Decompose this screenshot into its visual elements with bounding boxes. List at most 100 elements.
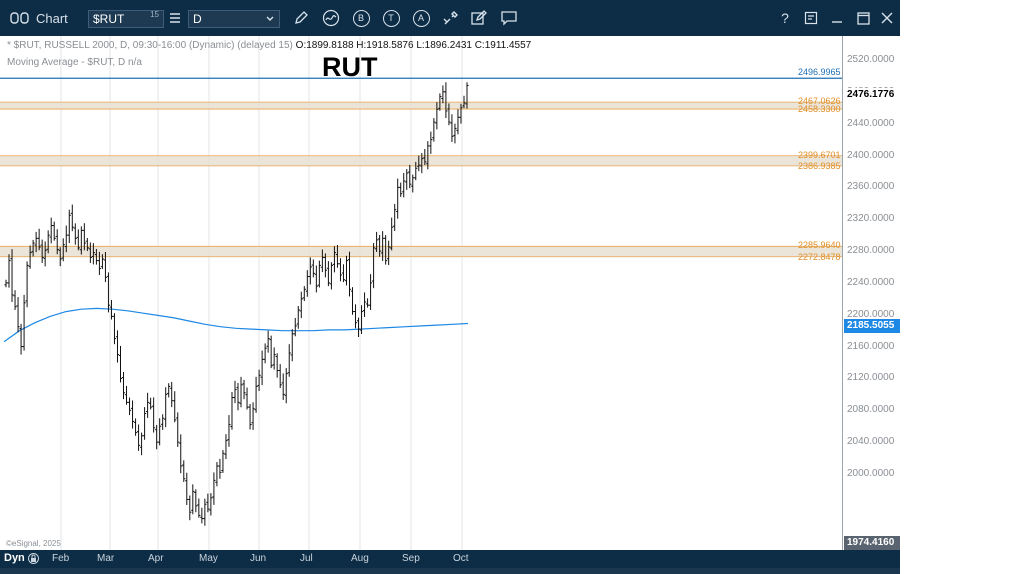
- chevron-down-icon: [265, 11, 275, 31]
- price-bar: [115, 330, 120, 363]
- chart-plot-area[interactable]: 2496.9965 2467.0626 2458.3300 2399.6701 2386…: [0, 36, 843, 550]
- chart-window: Chart $RUT 15 D B T A ? 2496.9965 2467.0…: [0, 0, 900, 574]
- lock-icon[interactable]: [28, 552, 39, 568]
- comment-icon[interactable]: [498, 0, 520, 36]
- t-icon[interactable]: T: [380, 0, 402, 36]
- price-bar: [341, 264, 346, 283]
- price-bar: [368, 274, 373, 310]
- price-bar: [182, 460, 186, 482]
- price-bar: [260, 350, 264, 386]
- close-icon[interactable]: [876, 0, 898, 36]
- axis-bottom-tag: 1974.4160: [844, 536, 900, 550]
- price-bar: [197, 498, 201, 518]
- price-bar: [302, 286, 306, 302]
- price-bar: [299, 291, 303, 319]
- price-bar: [317, 260, 321, 288]
- zone-top-label: 2399.6701: [798, 149, 841, 160]
- layout-icon[interactable]: [8, 0, 32, 36]
- price-bar: [290, 329, 294, 362]
- interval-select[interactable]: D: [188, 10, 280, 28]
- minimize-icon[interactable]: [826, 0, 848, 36]
- price-bar: [22, 294, 26, 351]
- price-bar: [353, 304, 358, 329]
- month-label: Feb: [52, 553, 70, 564]
- horizontal-scrollbar[interactable]: [0, 568, 900, 574]
- price-bar: [188, 495, 192, 521]
- moving-average-tag: 2185.5055: [844, 319, 900, 334]
- price-bar: [326, 261, 330, 287]
- price-bar: [221, 450, 225, 473]
- y-tick-label: 2320.0000: [847, 213, 895, 225]
- price-bar: [200, 507, 204, 524]
- price-bar: [344, 255, 349, 286]
- help-icon[interactable]: ?: [776, 0, 794, 36]
- save-icon[interactable]: [800, 0, 822, 36]
- month-label: Aug: [351, 553, 369, 564]
- month-label: Jul: [300, 553, 313, 564]
- tools-icon[interactable]: [440, 0, 462, 36]
- price-bar: [365, 298, 370, 308]
- time-axis[interactable]: Dyn Feb Mar Apr May Jun Jul Aug Sep Oct: [0, 550, 900, 568]
- pencil-icon[interactable]: [290, 0, 312, 36]
- y-tick-label: 2520.0000: [847, 53, 895, 65]
- price-bar: [248, 403, 252, 430]
- window-title: Chart: [36, 10, 68, 26]
- price-bar: [257, 369, 261, 392]
- y-tick-label: 2040.0000: [847, 436, 895, 448]
- support-zone: [0, 246, 842, 257]
- indicator-icon[interactable]: [320, 0, 342, 36]
- month-label: Mar: [97, 553, 115, 564]
- price-bar: [4, 279, 8, 288]
- zone-bottom-label: 2458.3300: [798, 104, 841, 115]
- price-bar: [233, 380, 237, 404]
- price-bar: [456, 109, 460, 135]
- symbol-description: * $RUT, RUSSELL 2000, D, 09:30-16:00 (Dy…: [7, 40, 293, 51]
- price-bar: [390, 217, 394, 251]
- price-bar: [176, 412, 180, 447]
- edit-icon[interactable]: [468, 0, 490, 36]
- price-bar: [453, 123, 457, 144]
- price-bar: [149, 397, 153, 410]
- month-label: Jun: [250, 553, 267, 564]
- y-tick-label: 2240.0000: [847, 276, 895, 288]
- y-tick-label: 2360.0000: [847, 181, 895, 193]
- price-bar: [441, 85, 445, 104]
- maximize-icon[interactable]: [852, 0, 874, 36]
- price-bar: [444, 82, 448, 119]
- price-bar: [281, 373, 285, 400]
- symbol-input[interactable]: $RUT 15: [88, 10, 164, 28]
- price-bar: [251, 402, 255, 430]
- price-bar: [218, 458, 222, 479]
- price-bar: [269, 335, 273, 369]
- list-icon[interactable]: [166, 0, 184, 36]
- price-bar: [112, 313, 117, 345]
- price-bar: [49, 217, 53, 244]
- y-tick-label: 2200.0000: [847, 308, 895, 320]
- price-axis[interactable]: 2600.00002560.00002520.00002480.00002440…: [843, 36, 900, 550]
- symbol-value: $RUT: [93, 12, 125, 26]
- price-bar: [402, 173, 406, 198]
- a-icon[interactable]: A: [410, 0, 432, 36]
- price-bar: [245, 387, 249, 410]
- zone-bottom-label: 2272.8478: [798, 251, 841, 262]
- price-bar: [275, 353, 279, 378]
- price-bar: [133, 418, 138, 436]
- price-bar: [278, 364, 282, 389]
- price-bar: [329, 262, 334, 290]
- price-bar: [314, 265, 318, 293]
- price-bar: [411, 174, 415, 193]
- price-bar: [338, 258, 343, 282]
- price-bar: [296, 305, 300, 329]
- month-label: Oct: [453, 553, 469, 564]
- dynamic-mode-label[interactable]: Dyn: [4, 552, 25, 564]
- last-price-tag: 2476.1776: [844, 87, 900, 102]
- price-bar: [432, 118, 436, 142]
- zone-bottom-label: 2386.9385: [798, 160, 841, 171]
- price-chart-svg: [0, 36, 842, 550]
- y-tick-label: 2280.0000: [847, 245, 895, 257]
- chart-title: RUT: [322, 52, 378, 82]
- b-icon[interactable]: B: [350, 0, 372, 36]
- price-bar: [305, 270, 309, 297]
- price-bar: [224, 434, 228, 460]
- price-bar: [164, 387, 168, 428]
